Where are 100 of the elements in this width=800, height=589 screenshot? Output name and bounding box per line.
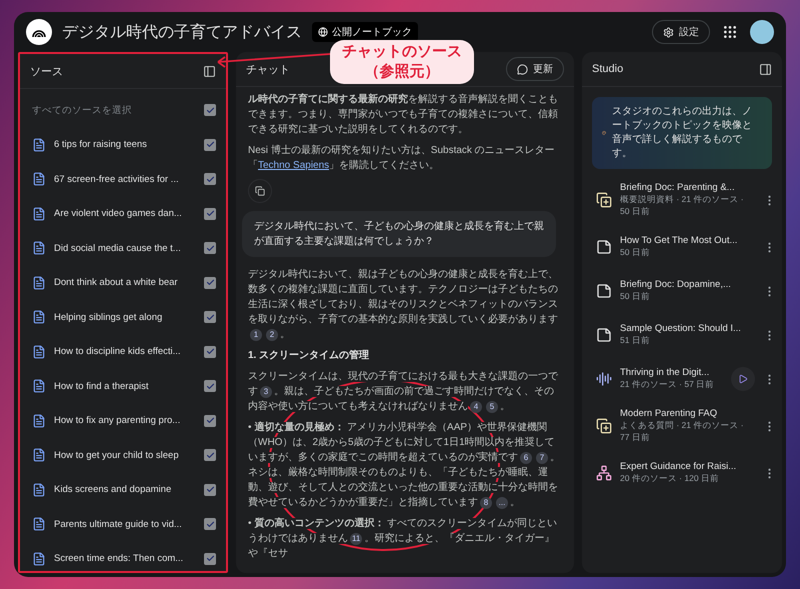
source-title[interactable]: Are violent video games dan... — [54, 208, 196, 220]
citation-chip[interactable]: 5 — [486, 401, 498, 413]
check-icon — [206, 554, 214, 564]
studio-item-title[interactable]: Thriving in the Digit... — [620, 367, 723, 378]
checkbox[interactable] — [204, 138, 216, 151]
source-title[interactable]: Parents ultimate guide to vid... — [54, 518, 196, 530]
question-bubble: デジタル時代において、子どもの心身の健康と成長を育む上で親が直面する主要な課題は何でしょうか？ — [242, 211, 556, 257]
checkbox[interactable] — [204, 208, 216, 220]
copy-button[interactable] — [248, 179, 272, 203]
source-title[interactable]: 67 screen-free activities for ... — [54, 174, 196, 185]
panel-title: Studio — [592, 63, 624, 75]
citation-chip[interactable]: 6 — [520, 452, 532, 464]
studio-item-meta: よくある質問 · 21 件のソース · 77 日前 — [620, 420, 745, 444]
citation-chip[interactable]: 8 — [480, 497, 492, 509]
answer-heading: 1. スクリーンタイムの管理 — [248, 348, 370, 363]
check-icon — [206, 520, 214, 529]
checkbox[interactable] — [204, 380, 216, 392]
check-icon — [206, 209, 214, 218]
check-icon — [206, 450, 214, 460]
copy-icon — [255, 185, 265, 197]
note-icon — [596, 283, 612, 299]
source-title[interactable]: Screen time ends: Then com... — [54, 553, 196, 564]
checkbox[interactable] — [204, 518, 216, 530]
newsletter-link[interactable]: Techno Sapiens — [258, 160, 330, 171]
citation-chip[interactable]: 4 — [470, 401, 482, 413]
check-icon — [206, 244, 214, 253]
source-title[interactable]: Helping siblings get along — [54, 312, 196, 323]
settings-icon — [663, 26, 674, 38]
chat-paragraph: Nesi 博士の最新の研究を知りたい方は、Substack のニュースレター「Techno Sapiens」を購読してください。 — [248, 144, 556, 173]
document-icon — [32, 552, 46, 566]
source-title[interactable]: 6 tips for raising teens — [54, 139, 196, 150]
badge-label: 公開ノートブック — [332, 26, 412, 39]
speech-bubble-icon — [517, 64, 528, 74]
checkbox[interactable] — [204, 311, 216, 324]
studio-item-title[interactable]: Briefing Doc: Dopamine,... — [620, 279, 755, 290]
studio-item-title[interactable]: How To Get The Most Out... — [620, 235, 755, 246]
checkbox[interactable] — [204, 242, 216, 254]
document-icon — [32, 138, 46, 152]
document-icon — [32, 241, 46, 256]
studio-item-title[interactable]: Briefing Doc: Parenting &... — [620, 182, 755, 193]
checkbox[interactable] — [204, 449, 216, 462]
source-title[interactable]: How to get your child to sleep — [54, 450, 196, 461]
chat-paragraph: ル時代の子育てに関する最新の研究を解説する音声解説を聞くこともできます。つまり、専門家がいつでも子育ての複雑さについて、信頼できる研究に基づいた説明をしてくれるのです。 — [248, 92, 559, 137]
studio-item-title[interactable]: Expert Guidance for Raisi... — [620, 461, 755, 472]
panel-toggle-icon[interactable] — [759, 62, 772, 76]
checkbox[interactable] — [204, 276, 216, 289]
studio-item-title[interactable]: Modern Parenting FAQ — [620, 408, 755, 419]
panel-toggle-icon[interactable] — [203, 64, 216, 78]
citation-chip[interactable]: ... — [496, 497, 508, 509]
checkbox[interactable] — [204, 346, 216, 358]
check-icon — [206, 382, 214, 391]
checkbox[interactable] — [204, 173, 216, 186]
document-icon — [32, 344, 46, 359]
citation-chip[interactable]: 1 — [250, 329, 262, 341]
studio-item-meta: 21 件のソース · 57 日前 — [620, 379, 716, 391]
refresh-button[interactable]: 更新 — [506, 57, 564, 81]
check-icon — [206, 312, 214, 322]
source-title[interactable]: How to fix any parenting pro... — [54, 415, 196, 426]
settings-button[interactable]: 設定 — [652, 20, 710, 44]
avatar[interactable] — [750, 20, 774, 44]
studio-item-meta: 50 日前 — [620, 247, 651, 259]
source-title[interactable]: Dont think about a white bear — [54, 277, 196, 288]
document-icon — [32, 310, 46, 324]
check-icon — [206, 106, 214, 115]
studio-item-meta: 20 件のソース · 120 日前 — [620, 473, 720, 485]
banner-text: スタジオのこれらの出力は、ノートブックのトピックを映像と音声で詳しく解説するものです。 — [612, 105, 754, 161]
checkbox[interactable] — [204, 552, 216, 565]
document-icon — [32, 448, 46, 462]
panel-title: ソース — [30, 64, 63, 78]
document-icon — [32, 414, 46, 428]
stacked-plus-icon — [596, 192, 612, 208]
citation-chip[interactable]: 11 — [350, 533, 362, 545]
play-button[interactable] — [731, 367, 755, 391]
document-icon — [32, 172, 46, 186]
play-icon — [738, 374, 748, 384]
logo-icon[interactable] — [26, 19, 52, 45]
source-title[interactable]: Did social media cause the t... — [54, 242, 196, 254]
studio-item-meta: 50 日前 — [620, 291, 651, 303]
check-icon — [206, 347, 214, 356]
note-icon — [596, 239, 612, 255]
document-icon — [32, 206, 46, 221]
check-icon — [206, 140, 214, 150]
checkbox[interactable] — [204, 414, 216, 427]
source-title[interactable]: How to discipline kids effecti... — [54, 346, 196, 358]
source-title[interactable]: How to find a therapist — [54, 380, 196, 392]
globe-icon — [318, 27, 328, 37]
studio-item-meta: 51 日前 — [620, 335, 651, 347]
note-icon — [596, 327, 612, 343]
checkbox[interactable] — [204, 484, 216, 496]
source-title[interactable]: Kids screens and dopamine — [54, 484, 196, 496]
check-icon — [206, 416, 214, 426]
panel-title: チャット — [246, 62, 290, 76]
citation-chip[interactable]: 3 — [260, 386, 272, 398]
citation-chip[interactable]: 7 — [536, 452, 548, 464]
studio-item-title[interactable]: Sample Question: Should I... — [620, 323, 755, 334]
citation-chip[interactable]: 2 — [266, 329, 278, 341]
checkbox[interactable] — [204, 104, 216, 116]
mind-map-icon — [596, 465, 612, 481]
document-icon — [32, 379, 46, 394]
check-icon — [206, 278, 214, 288]
